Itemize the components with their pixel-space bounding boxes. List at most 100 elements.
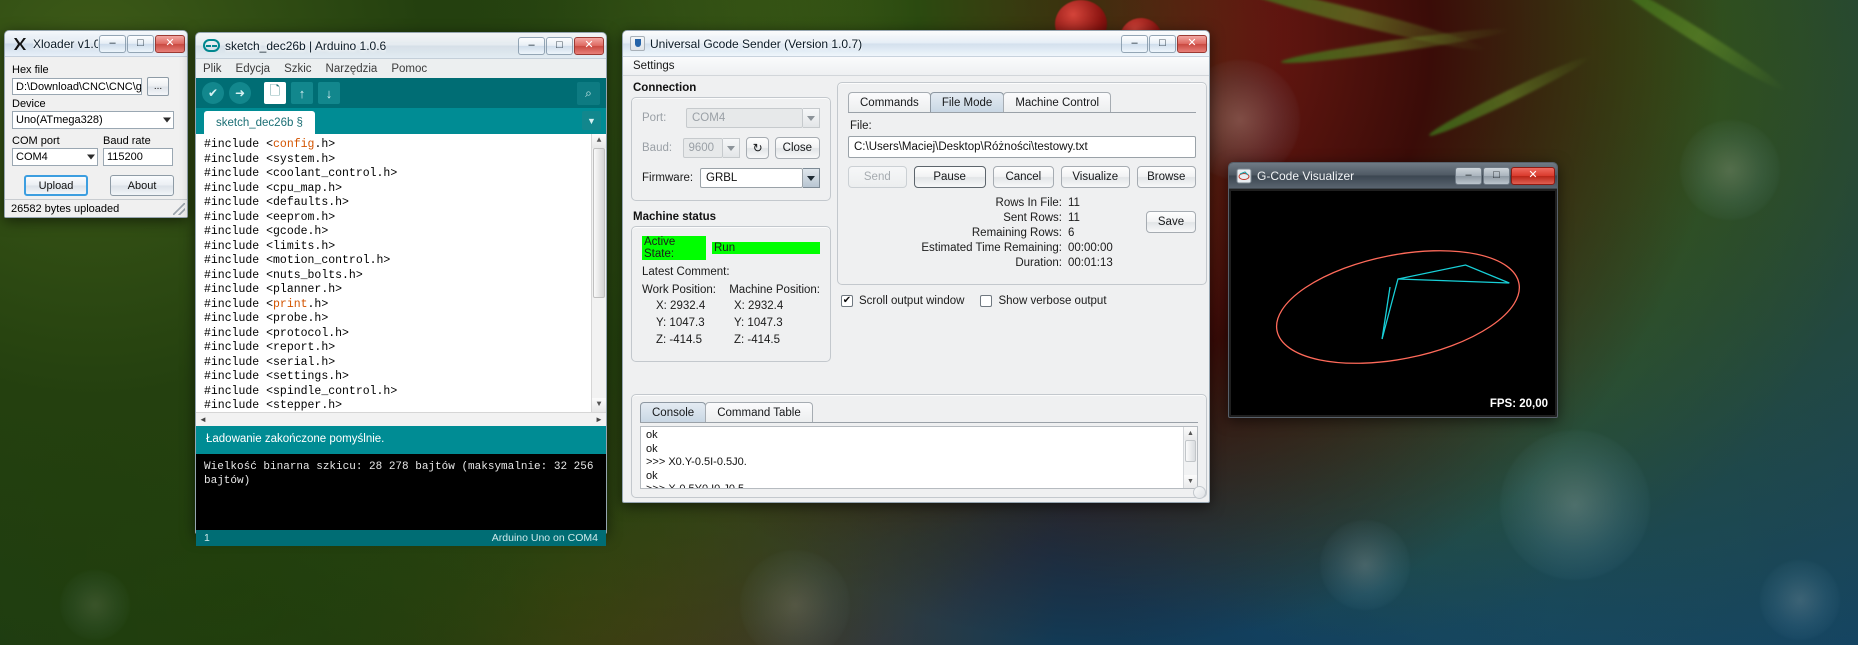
arduino-titlebar[interactable]: sketch_dec26b | Arduino 1.0.6 – □ ✕ (196, 33, 606, 59)
scroll-down-icon[interactable]: ▼ (592, 398, 606, 412)
tab-commands[interactable]: Commands (848, 92, 931, 112)
ugs-minimize-button[interactable]: – (1121, 34, 1148, 53)
chevron-down-icon (87, 154, 95, 160)
visualize-button[interactable]: Visualize (1061, 166, 1130, 188)
arduino-close-button[interactable]: ✕ (574, 36, 604, 55)
hex-file-browse-button[interactable]: ... (147, 77, 169, 96)
send-button[interactable]: Send (848, 166, 907, 188)
menu-item-settings[interactable]: Settings (633, 60, 675, 72)
menu-item-pomoc[interactable]: Pomoc (391, 63, 427, 75)
pause-button[interactable]: Pause (913, 166, 986, 188)
xloader-maximize-button[interactable]: □ (127, 34, 154, 53)
arduino-code-editor[interactable]: #include <config.h> #include <system.h> #i… (196, 134, 606, 412)
baud-rate-input[interactable]: 115200 (103, 148, 173, 166)
arduino-tabbar: sketch_dec26b § ▼ (196, 108, 606, 134)
tab-machine-control[interactable]: Machine Control (1003, 92, 1112, 112)
scroll-right-icon[interactable]: ► (592, 415, 606, 424)
firmware-combo-arrow-icon[interactable] (803, 168, 820, 188)
arduino-console-output[interactable]: Wielkość binarna szkicu: 28 278 bajtów (… (196, 454, 606, 530)
editor-horizontal-scrollbar[interactable]: ◄ ► (196, 412, 606, 426)
xloader-window[interactable]: Xloader v1.00 – □ ✕ Hex file D:\Download… (4, 30, 188, 218)
xloader-icon (14, 37, 26, 50)
code-line: #include <probe.h> (204, 312, 329, 325)
axis-work-position: X: 2932.4 (656, 300, 706, 312)
hex-file-input[interactable]: D:\Download\CNC\CNC\grbl_ (12, 78, 142, 95)
visualizer-canvas[interactable]: FPS: 20,00 (1231, 191, 1555, 415)
editor-vertical-scrollbar[interactable]: ▲ ▼ (591, 134, 606, 412)
tab-console[interactable]: Console (640, 402, 707, 422)
file-stat-value: 6 (1068, 227, 1075, 239)
ugs-tabs: Commands File Mode Machine Control (848, 92, 1196, 113)
refresh-ports-icon[interactable]: ↻ (746, 137, 769, 159)
port-label: Port: (642, 112, 667, 124)
upload-button[interactable]: Upload (24, 175, 88, 196)
bokeh-light (1320, 520, 1410, 610)
tab-file-mode[interactable]: File Mode (929, 92, 1005, 112)
verbose-output-checkbox[interactable] (980, 295, 993, 307)
visualizer-close-button[interactable]: ✕ (1511, 166, 1555, 185)
arduino-maximize-button[interactable]: □ (546, 36, 573, 55)
verify-button[interactable]: ✔ (202, 82, 224, 104)
xloader-close-button[interactable]: ✕ (155, 34, 185, 53)
xloader-titlebar[interactable]: Xloader v1.00 – □ ✕ (5, 31, 187, 57)
menu-item-plik[interactable]: Plik (203, 63, 222, 75)
device-combo[interactable]: Uno(ATmega328) (12, 111, 174, 129)
about-button[interactable]: About (110, 175, 174, 196)
cancel-button[interactable]: Cancel (992, 166, 1054, 188)
axis-machine-position: Z: -414.5 (734, 334, 781, 346)
code-line: #include <motion_control.h> (204, 254, 391, 267)
xloader-status-bar: 26582 bytes uploaded (5, 199, 187, 217)
save-sketch-button[interactable]: ↓ (318, 82, 340, 104)
baud-combo-value[interactable]: 9600 (682, 138, 724, 158)
ugs-window[interactable]: Universal Gcode Sender (Version 1.0.7) –… (622, 30, 1210, 503)
upload-button[interactable]: ➜ (229, 82, 251, 104)
ugs-titlebar[interactable]: Universal Gcode Sender (Version 1.0.7) –… (623, 31, 1209, 57)
console-output[interactable]: ok ok >>> X0.Y-0.5I-0.5J0. ok >>> X-0.5Y0.I0… (640, 426, 1198, 489)
menu-item-edycja[interactable]: Edycja (236, 63, 271, 75)
console-scroll-thumb[interactable] (1185, 440, 1196, 462)
axis-row: X: 2932.4 X: 2932.4 (642, 300, 820, 312)
sketch-tab[interactable]: sketch_dec26b § (204, 111, 315, 134)
visualizer-titlebar[interactable]: G-Code Visualizer – □ ✕ (1229, 163, 1557, 189)
visualizer-maximize-button[interactable]: □ (1483, 166, 1510, 185)
close-connection-button[interactable]: Close (774, 137, 820, 159)
arduino-minimize-button[interactable]: – (518, 36, 545, 55)
file-stat-value: 11 (1068, 212, 1080, 224)
firmware-combo-value[interactable]: GRBL (700, 168, 803, 188)
open-sketch-button[interactable]: ↑ (291, 82, 313, 104)
file-path-input[interactable]: C:\Users\Maciej\Desktop\Różności\testowy… (848, 136, 1196, 158)
save-button[interactable]: Save (1146, 211, 1196, 233)
resize-grip-icon[interactable] (173, 203, 185, 215)
console-scrollbar[interactable]: ▲ ▼ (1183, 427, 1197, 488)
visualizer-window[interactable]: G-Code Visualizer – □ ✕ FPS: 20,00 (1228, 162, 1558, 418)
code-line: #include <gcode.h> (204, 225, 329, 238)
scroll-up-icon[interactable]: ▲ (592, 134, 606, 148)
console-line: >>> X-0.5Y0.I0.J0.5 (646, 483, 745, 489)
visualizer-minimize-button[interactable]: – (1455, 166, 1482, 185)
port-combo-value[interactable]: COM4 (686, 108, 803, 128)
tab-command-table[interactable]: Command Table (705, 402, 813, 422)
serial-monitor-icon[interactable]: ⌕ (577, 81, 600, 105)
ugs-resize-grip[interactable] (1193, 486, 1206, 499)
console-scroll-up-icon[interactable]: ▲ (1184, 427, 1197, 440)
console-line: Wielkość binarna szkicu: 28 278 bajtów (… (204, 461, 594, 487)
menu-item-szkic[interactable]: Szkic (284, 63, 311, 75)
java-coffee-icon (630, 36, 645, 51)
baud-combo-arrow-icon[interactable] (723, 138, 741, 158)
port-combo-arrow-icon[interactable] (803, 108, 820, 128)
new-sketch-button[interactable]: 🗋 (264, 82, 286, 104)
scroll-thumb[interactable] (593, 148, 605, 298)
baud-label: Baud: (642, 142, 673, 154)
chevron-down-icon[interactable]: ▼ (582, 111, 601, 130)
code-line: #include <serial.h> (204, 355, 336, 369)
arduino-window[interactable]: sketch_dec26b | Arduino 1.0.6 – □ ✕ Plik… (195, 32, 607, 546)
browse-button[interactable]: Browse (1136, 166, 1196, 188)
scroll-left-icon[interactable]: ◄ (196, 415, 210, 424)
ugs-maximize-button[interactable]: □ (1149, 34, 1176, 53)
menu-item-narzedzia[interactable]: Narzędzia (326, 63, 378, 75)
xloader-minimize-button[interactable]: – (99, 34, 126, 53)
scroll-output-checkbox[interactable]: ✔ (841, 295, 853, 307)
ugs-title: Universal Gcode Sender (Version 1.0.7) (650, 36, 863, 51)
com-port-combo[interactable]: COM4 (12, 148, 98, 166)
ugs-close-button[interactable]: ✕ (1177, 34, 1207, 53)
